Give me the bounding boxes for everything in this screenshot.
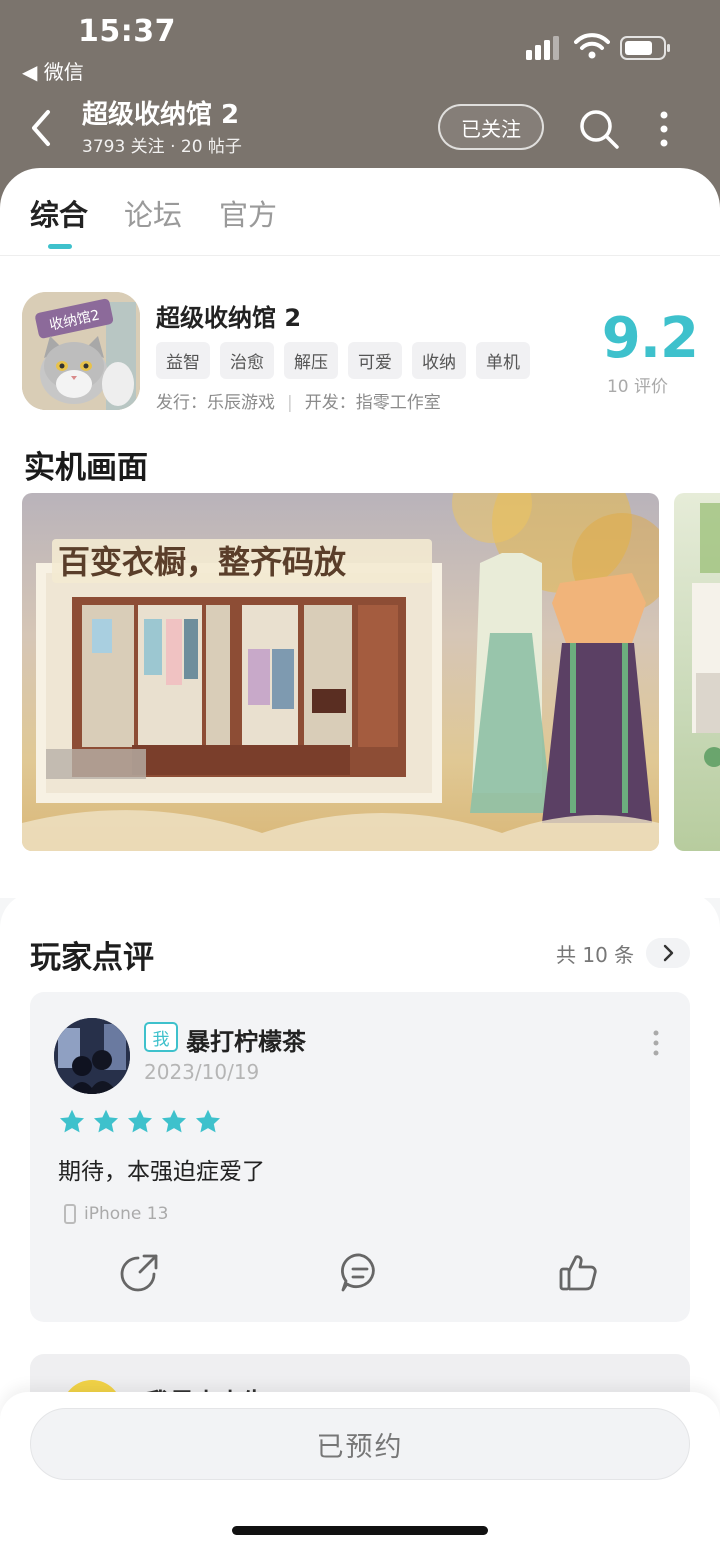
more-options-icon[interactable]: [650, 108, 678, 150]
content-sheet: 综合 论坛 官方 收纳馆2 超级收纳馆 2 益智 治愈 解压 可爱 收纳 单机 …: [0, 168, 720, 898]
chevron-right-icon[interactable]: [646, 938, 690, 968]
comment-icon[interactable]: [338, 1250, 382, 1294]
home-indicator[interactable]: [232, 1526, 488, 1535]
wifi-icon: [574, 33, 610, 59]
star-icon: [161, 1109, 187, 1133]
review-more-icon[interactable]: [652, 1030, 660, 1056]
review-card[interactable]: 我 暴打柠檬茶 2023/10/19 期待，本强迫症爱了 iPhone 13: [30, 992, 690, 1322]
screenshot-carousel[interactable]: 百变衣橱，整齐码放: [22, 493, 720, 851]
star-icon: [93, 1109, 119, 1133]
tab-forum[interactable]: 论坛: [124, 192, 182, 234]
publisher-info: 发行：乐辰游戏 | 开发：指零工作室: [156, 388, 441, 413]
device-name: iPhone 13: [84, 1204, 169, 1224]
follow-button[interactable]: 已关注: [438, 104, 544, 150]
screenshot-image-next[interactable]: [674, 493, 720, 851]
game-tag[interactable]: 收纳: [412, 342, 466, 379]
reviews-count[interactable]: 共 10 条: [556, 939, 634, 968]
review-text: 期待，本强迫症爱了: [58, 1159, 265, 1185]
page-subtitle: 3793 关注 · 20 帖子: [82, 137, 242, 157]
battery-icon: [620, 36, 670, 60]
avatar[interactable]: [54, 1018, 130, 1094]
divider: |: [287, 393, 293, 413]
game-name: 超级收纳馆 2: [156, 304, 302, 332]
review-date: 2023/10/19: [144, 1060, 260, 1084]
status-time: 15:37: [78, 14, 176, 49]
publisher-label[interactable]: 发行：乐辰游戏: [156, 393, 275, 413]
nav-bar: 超级收纳馆 2 3793 关注 · 20 帖子 已关注: [0, 92, 720, 168]
cat-illustration-icon: 收纳馆2: [22, 292, 140, 410]
avatar-image: [54, 1018, 130, 1094]
page-title: 超级收纳馆 2: [82, 100, 240, 130]
status-bar: 15:37 ◀ 微信: [0, 0, 720, 92]
game-icon[interactable]: 收纳馆2: [22, 292, 140, 410]
active-tab-indicator: [48, 244, 72, 249]
reserved-button[interactable]: 已预约: [30, 1408, 690, 1480]
developer-label[interactable]: 开发：指零工作室: [305, 393, 441, 413]
review-device: iPhone 13: [64, 1204, 168, 1224]
review-username[interactable]: 暴打柠檬茶: [186, 1022, 306, 1057]
screenshot-image[interactable]: 百变衣橱，整齐码放: [22, 493, 659, 851]
star-icon: [195, 1109, 221, 1133]
cellular-signal-icon: [526, 36, 559, 60]
me-badge: 我: [144, 1022, 178, 1052]
banner-text: 百变衣橱，整齐码放: [58, 543, 347, 581]
search-icon[interactable]: [578, 108, 620, 150]
game-tags: 益智 治愈 解压 可爱 收纳 单机: [156, 342, 530, 379]
game-tag[interactable]: 益智: [156, 342, 210, 379]
star-icon: [127, 1109, 153, 1133]
game-tag[interactable]: 可爱: [348, 342, 402, 379]
game-info: 收纳馆2 超级收纳馆 2 益智 治愈 解压 可爱 收纳 单机 发行：乐辰游戏 |…: [22, 292, 699, 414]
next-screenshot-illustration: [692, 503, 720, 767]
like-icon[interactable]: [556, 1250, 600, 1294]
rating-count: 10 评价: [606, 377, 668, 397]
phone-icon: [64, 1204, 76, 1224]
reviews-title: 玩家点评: [30, 940, 154, 976]
share-icon[interactable]: [118, 1250, 162, 1294]
tab-overview[interactable]: 综合: [30, 192, 88, 234]
game-tag[interactable]: 治愈: [220, 342, 274, 379]
tab-bar: 综合 论坛 官方: [0, 168, 720, 256]
screenshots-title: 实机画面: [24, 450, 148, 486]
back-to-app-link[interactable]: ◀ 微信: [22, 56, 84, 85]
game-tag[interactable]: 单机: [476, 342, 530, 379]
bottom-action-bar: 已预约: [0, 1392, 720, 1558]
rating-score: 9.2: [601, 306, 699, 371]
star-icon: [59, 1109, 85, 1133]
back-icon[interactable]: [24, 106, 64, 150]
tab-official[interactable]: 官方: [219, 192, 277, 234]
rating-stars: [58, 1108, 222, 1136]
wardrobe-scene-illustration: 百变衣橱，整齐码放: [22, 493, 659, 851]
game-tag[interactable]: 解压: [284, 342, 338, 379]
